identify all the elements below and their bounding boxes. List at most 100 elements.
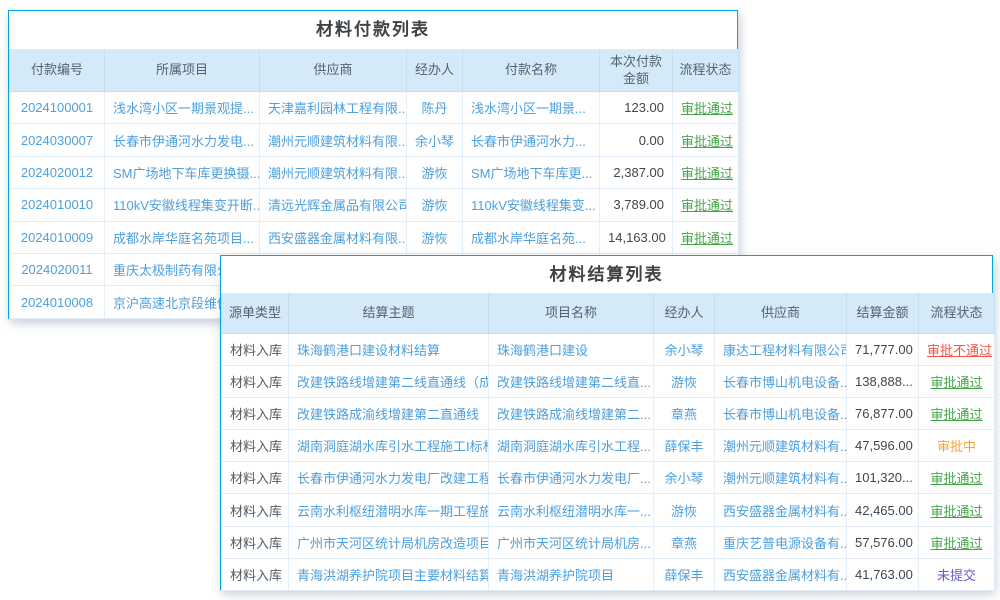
payment-id-cell[interactable]: 2024020011: [10, 253, 105, 285]
settlement-project-cell: 湖南洞庭湖水库引水工程...: [489, 430, 654, 462]
payment-id-cell[interactable]: 2024010010: [10, 189, 105, 221]
settlement-list-panel: 材料结算列表 源单类型 结算主题 项目名称 经办人 供应商 结算金额 流程状态 …: [220, 255, 993, 590]
payment-supplier-cell: 天津嘉利园林工程有限...: [260, 92, 407, 124]
settlement-table-row: 材料入库珠海鹤港口建设材料结算珠海鹤港口建设余小琴康达工程材料有限公司71,77…: [222, 334, 995, 366]
settlement-amount-cell: 47,596.00: [847, 430, 919, 462]
settlement-table-row: 材料入库长春市伊通河水力发电厂改建工程...长春市伊通河水力发电厂...余小琴潮…: [222, 462, 995, 494]
settlement-supplier-cell: 重庆艺普电源设备有...: [715, 526, 847, 558]
payment-project-cell: 110kV安徽线程集变开断...: [105, 189, 260, 221]
settlement-status-cell[interactable]: 审批中: [919, 430, 995, 462]
settlement-source-type-cell: 材料入库: [222, 430, 289, 462]
settlement-subject-cell[interactable]: 改建铁路线增建第二线直通线（成...: [289, 366, 489, 398]
payment-header-row: 付款编号 所属项目 供应商 经办人 付款名称 本次付款金额 流程状态: [10, 50, 739, 92]
settlement-table-row: 材料入库青海洪湖养护院项目主要材料结算青海洪湖养护院项目薛保丰西安盛器金属材料有…: [222, 558, 995, 590]
settlement-table-row: 材料入库广州市天河区统计局机房改造项目...广州市天河区统计局机房...章燕重庆…: [222, 526, 995, 558]
payment-status-cell[interactable]: 审批通过: [673, 221, 739, 253]
settlement-amount-cell: 101,320...: [847, 462, 919, 494]
settlement-source-type-cell: 材料入库: [222, 398, 289, 430]
payment-handler-cell: 余小琴: [407, 124, 463, 156]
settlement-supplier-cell: 西安盛器金属材料有...: [715, 558, 847, 590]
settlement-handler-cell: 余小琴: [654, 462, 715, 494]
payment-amount-cell: 123.00: [600, 92, 673, 124]
payment-project-cell: SM广场地下车库更换摄...: [105, 156, 260, 188]
settlement-status-cell[interactable]: 审批通过: [919, 526, 995, 558]
col-header-source-type: 源单类型: [222, 294, 289, 334]
settlement-status-cell[interactable]: 审批通过: [919, 398, 995, 430]
col-header-settlement-amount: 结算金额: [847, 294, 919, 334]
col-header-supplier: 供应商: [260, 50, 407, 92]
settlement-subject-cell[interactable]: 改建铁路成渝线增建第二直通线（...: [289, 398, 489, 430]
settlement-handler-cell: 薛保丰: [654, 558, 715, 590]
settlement-handler-cell: 章燕: [654, 398, 715, 430]
col-header-handler: 经办人: [654, 294, 715, 334]
settlement-list-title: 材料结算列表: [221, 256, 992, 293]
settlement-subject-cell[interactable]: 湖南洞庭湖水库引水工程施工I标材...: [289, 430, 489, 462]
settlement-source-type-cell: 材料入库: [222, 526, 289, 558]
settlement-subject-cell[interactable]: 长春市伊通河水力发电厂改建工程...: [289, 462, 489, 494]
settlement-amount-cell: 41,763.00: [847, 558, 919, 590]
settlement-subject-cell[interactable]: 广州市天河区统计局机房改造项目...: [289, 526, 489, 558]
col-header-supplier: 供应商: [715, 294, 847, 334]
settlement-status-cell[interactable]: 未提交: [919, 558, 995, 590]
payment-table-row: 2024020012SM广场地下车库更换摄...潮州元顺建筑材料有限...游恢S…: [10, 156, 739, 188]
settlement-table-row: 材料入库湖南洞庭湖水库引水工程施工I标材...湖南洞庭湖水库引水工程...薛保丰…: [222, 430, 995, 462]
settlement-source-type-cell: 材料入库: [222, 494, 289, 526]
settlement-table-row: 材料入库改建铁路线增建第二线直通线（成...改建铁路线增建第二线直...游恢长春…: [222, 366, 995, 398]
settlement-supplier-cell: 长春市博山机电设备...: [715, 398, 847, 430]
payment-table-row: 2024010010110kV安徽线程集变开断...清远光辉金属品有限公司游恢1…: [10, 189, 739, 221]
settlement-subject-cell[interactable]: 云南水利枢纽潜明水库一期工程施...: [289, 494, 489, 526]
col-header-flow-status: 流程状态: [673, 50, 739, 92]
payment-handler-cell: 游恢: [407, 156, 463, 188]
settlement-supplier-cell: 西安盛器金属材料有...: [715, 494, 847, 526]
payment-amount-cell: 3,789.00: [600, 189, 673, 221]
settlement-amount-cell: 57,576.00: [847, 526, 919, 558]
col-header-flow-status: 流程状态: [919, 294, 995, 334]
payment-payment-name-cell[interactable]: SM广场地下车库更...: [463, 156, 600, 188]
settlement-header-row: 源单类型 结算主题 项目名称 经办人 供应商 结算金额 流程状态: [222, 294, 995, 334]
settlement-handler-cell: 游恢: [654, 494, 715, 526]
settlement-handler-cell: 薛保丰: [654, 430, 715, 462]
payment-handler-cell: 陈丹: [407, 92, 463, 124]
payment-payment-name-cell[interactable]: 成都水岸华庭名苑...: [463, 221, 600, 253]
settlement-supplier-cell: 潮州元顺建筑材料有...: [715, 462, 847, 494]
settlement-supplier-cell: 康达工程材料有限公司: [715, 334, 847, 366]
payment-amount-cell: 14,163.00: [600, 221, 673, 253]
settlement-status-cell[interactable]: 审批通过: [919, 366, 995, 398]
settlement-amount-cell: 71,777.00: [847, 334, 919, 366]
payment-supplier-cell: 清远光辉金属品有限公司: [260, 189, 407, 221]
payment-status-cell[interactable]: 审批通过: [673, 124, 739, 156]
settlement-table: 源单类型 结算主题 项目名称 经办人 供应商 结算金额 流程状态 材料入库珠海鹤…: [221, 293, 995, 591]
settlement-table-body: 材料入库珠海鹤港口建设材料结算珠海鹤港口建设余小琴康达工程材料有限公司71,77…: [222, 334, 995, 591]
payment-payment-name-cell[interactable]: 110kV安徽线程集变...: [463, 189, 600, 221]
payment-payment-name-cell[interactable]: 浅水湾小区一期景...: [463, 92, 600, 124]
settlement-status-cell[interactable]: 审批不通过: [919, 334, 995, 366]
settlement-source-type-cell: 材料入库: [222, 366, 289, 398]
settlement-subject-cell[interactable]: 青海洪湖养护院项目主要材料结算: [289, 558, 489, 590]
payment-supplier-cell: 潮州元顺建筑材料有限...: [260, 156, 407, 188]
settlement-amount-cell: 138,888...: [847, 366, 919, 398]
payment-handler-cell: 游恢: [407, 189, 463, 221]
col-header-payment-amount: 本次付款金额: [600, 50, 673, 92]
payment-id-cell[interactable]: 2024020012: [10, 156, 105, 188]
settlement-project-cell: 广州市天河区统计局机房...: [489, 526, 654, 558]
settlement-supplier-cell: 长春市博山机电设备...: [715, 366, 847, 398]
payment-status-cell[interactable]: 审批通过: [673, 92, 739, 124]
settlement-status-cell[interactable]: 审批通过: [919, 462, 995, 494]
col-header-handler: 经办人: [407, 50, 463, 92]
payment-list-title: 材料付款列表: [9, 11, 737, 49]
col-header-settlement-subject: 结算主题: [289, 294, 489, 334]
payment-id-cell[interactable]: 2024010008: [10, 286, 105, 318]
payment-status-cell[interactable]: 审批通过: [673, 156, 739, 188]
settlement-subject-cell[interactable]: 珠海鹤港口建设材料结算: [289, 334, 489, 366]
settlement-amount-cell: 42,465.00: [847, 494, 919, 526]
payment-id-cell[interactable]: 2024030007: [10, 124, 105, 156]
payment-id-cell[interactable]: 2024100001: [10, 92, 105, 124]
payment-payment-name-cell[interactable]: 长春市伊通河水力...: [463, 124, 600, 156]
settlement-handler-cell: 余小琴: [654, 334, 715, 366]
settlement-table-row: 材料入库云南水利枢纽潜明水库一期工程施...云南水利枢纽潜明水库一...游恢西安…: [222, 494, 995, 526]
payment-status-cell[interactable]: 审批通过: [673, 189, 739, 221]
settlement-status-cell[interactable]: 审批通过: [919, 494, 995, 526]
settlement-project-cell: 云南水利枢纽潜明水库一...: [489, 494, 654, 526]
payment-id-cell[interactable]: 2024010009: [10, 221, 105, 253]
settlement-handler-cell: 游恢: [654, 366, 715, 398]
